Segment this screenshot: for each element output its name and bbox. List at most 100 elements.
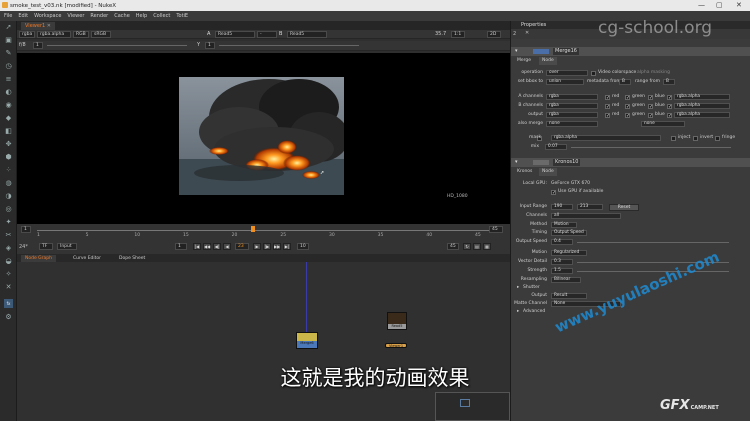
collapse-icon[interactable]: ▾ [515, 158, 518, 167]
invert-checkbox[interactable] [693, 135, 698, 141]
tf-dropdown[interactable]: TF [39, 243, 53, 250]
proxy-ratio-dropdown[interactable]: 1:1 [451, 31, 465, 38]
mix-field[interactable]: 0.07 [545, 144, 567, 150]
resampling-dropdown[interactable]: Bilinear [551, 277, 581, 283]
navigator-minimap[interactable] [435, 392, 510, 421]
output-speed-slider[interactable] [577, 242, 729, 243]
collapse-icon[interactable]: ▾ [515, 47, 518, 56]
play-backward-button[interactable]: ◀ [223, 243, 231, 250]
b-alpha-checkbox[interactable] [667, 103, 672, 111]
video-colorspace-checkbox[interactable] [591, 70, 596, 76]
fps-field[interactable]: 24* [19, 244, 28, 250]
timeline-track[interactable] [37, 230, 495, 231]
3d-icon[interactable]: ⬢ [4, 153, 13, 162]
a-channels-dropdown[interactable]: rgba [546, 94, 598, 100]
operation-dropdown[interactable]: over [546, 70, 588, 76]
range-mode-dropdown[interactable]: Input [57, 243, 77, 250]
color-icon[interactable]: ◐ [4, 88, 13, 97]
channels-dropdown[interactable]: rgba [19, 31, 35, 38]
menu-workspace[interactable]: Workspace [34, 13, 61, 19]
b-input-dropdown[interactable]: Read5 [287, 31, 327, 38]
draw-icon[interactable]: ✎ [4, 49, 13, 58]
out-blue-checkbox[interactable] [648, 112, 653, 120]
properties-title[interactable]: Properties [521, 22, 546, 28]
tab-curve-editor[interactable]: Curve Editor [69, 255, 105, 262]
out-green-checkbox[interactable] [625, 112, 630, 120]
output-dropdown[interactable]: rgba [546, 112, 598, 118]
time-icon[interactable]: ◷ [4, 62, 13, 71]
render-icon[interactable]: ▦ [483, 243, 491, 250]
inject-checkbox[interactable] [671, 135, 676, 141]
close-icon[interactable]: ✕ [47, 23, 51, 29]
motion-dropdown[interactable]: Regularized [551, 250, 587, 256]
advanced-group[interactable]: Advanced [523, 308, 545, 316]
timing-dropdown[interactable]: Output Speed [551, 230, 587, 236]
node-read5[interactable]: Read5 [387, 312, 407, 330]
display-mode-dropdown[interactable]: RGB [73, 31, 89, 38]
b-channels-dropdown[interactable]: rgba [546, 103, 598, 109]
node-color-icon[interactable] [533, 49, 549, 54]
gamma-slider[interactable] [219, 45, 359, 46]
out-alpha-checkbox[interactable] [667, 112, 672, 120]
node-count[interactable]: 2 [513, 31, 516, 37]
expand-icon[interactable]: ▸ [517, 308, 519, 316]
other-icon[interactable]: ✂ [4, 231, 13, 240]
input-range-start-field[interactable]: 190 [551, 204, 573, 210]
out-red-checkbox[interactable] [605, 112, 610, 120]
out-alpha-dropdown[interactable]: rgba.alpha [674, 112, 730, 118]
kronos-output-dropdown[interactable]: Result [551, 293, 587, 299]
particles-icon[interactable]: ⁘ [4, 166, 13, 175]
clear-icon[interactable]: ✕ [525, 30, 529, 36]
menu-render[interactable]: Render [90, 13, 108, 19]
also-merge-dropdown-2[interactable]: none [641, 121, 685, 127]
tab-kronos[interactable]: Kronos [517, 168, 532, 176]
channel-icon[interactable]: ≡ [4, 75, 13, 84]
tab-merge[interactable]: Merge [517, 57, 531, 65]
b-red-checkbox[interactable] [605, 103, 610, 111]
playhead-marker[interactable] [251, 226, 255, 232]
play-forward-button[interactable]: ▶ [253, 243, 261, 250]
gain-field[interactable]: 1 [33, 42, 43, 49]
vector-detail-field[interactable]: 0.3 [551, 259, 573, 265]
keyer-icon[interactable]: ◆ [4, 114, 13, 123]
minimize-button[interactable]: — [698, 1, 705, 9]
menu-viewer[interactable]: Viewer [67, 13, 84, 19]
a-green-checkbox[interactable] [625, 94, 630, 102]
b-green-checkbox[interactable] [625, 103, 630, 111]
method-dropdown[interactable]: Motion [551, 222, 577, 228]
maximize-button[interactable]: ▢ [716, 1, 723, 9]
menu-edit[interactable]: Edit [18, 13, 28, 19]
node-viewer1[interactable]: Viewer1 [385, 343, 407, 348]
tab-node[interactable]: Node [539, 57, 557, 65]
next-key-button[interactable]: ▶▶ [273, 243, 281, 250]
viewer-canvas[interactable]: ➚ HD_1080 [17, 53, 510, 237]
shutter-group[interactable]: Shutter [523, 284, 540, 292]
image-icon[interactable]: ▣ [4, 36, 13, 45]
go-to-end-button[interactable]: ▶| [283, 243, 291, 250]
tab-dope-sheet[interactable]: Dope Sheet [115, 255, 149, 262]
reset-button[interactable]: Reset [609, 203, 639, 211]
loop-icon[interactable]: ↻ [463, 243, 471, 250]
out-point-field[interactable]: 45 [447, 243, 459, 250]
a-red-checkbox[interactable] [605, 94, 610, 102]
node-merge6[interactable]: Merge6 [296, 332, 318, 349]
menu-collect[interactable]: Collect [153, 13, 170, 19]
close-button[interactable]: ✕ [736, 1, 742, 9]
metadata-icon[interactable]: ◎ [4, 205, 13, 214]
ocula-icon[interactable]: ◒ [4, 257, 13, 266]
prev-frame-button[interactable]: ◀| [213, 243, 221, 250]
in-point-field[interactable]: 1 [175, 243, 187, 250]
also-merge-dropdown[interactable]: none [546, 121, 598, 127]
a-alpha-dropdown[interactable]: rgba.alpha [674, 94, 730, 100]
strength-slider[interactable] [577, 271, 729, 272]
plugin-icon[interactable]: ⚙ [4, 313, 13, 322]
layer-dropdown[interactable]: rgba.alpha [37, 31, 71, 38]
mix-slider[interactable] [571, 147, 731, 148]
a-alpha-checkbox[interactable] [667, 94, 672, 102]
zoom-readout[interactable]: 35.7 [435, 31, 446, 37]
menu-help[interactable]: Help [136, 13, 147, 19]
fringe-checkbox[interactable] [715, 135, 720, 141]
merge-node-name[interactable]: Merge16 [553, 48, 579, 55]
view-mode-dropdown[interactable]: 2D [487, 31, 501, 38]
wipe-mode-dropdown[interactable]: - [257, 31, 277, 38]
